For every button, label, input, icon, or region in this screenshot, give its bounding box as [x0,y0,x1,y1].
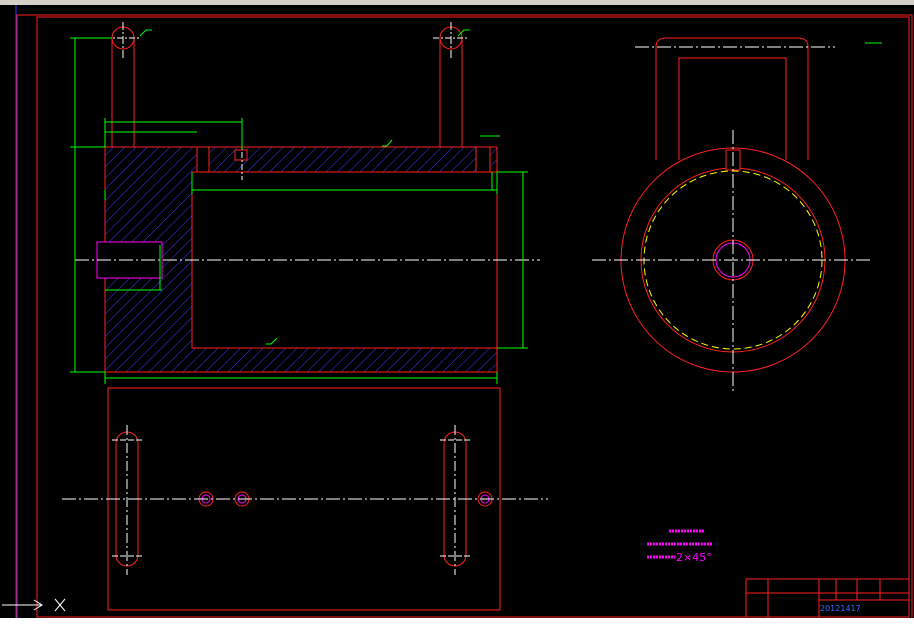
top-boss-2 [234,149,248,161]
side-bracket-inner [678,57,787,160]
cad-drawing-canvas[interactable]: 2×45° 20121417 [0,0,914,630]
title-block: 20121417 [745,578,910,618]
top-boss-3 [475,146,491,173]
tech-req-item-2-value: 2×45° [676,551,712,564]
title-block-designed-value: 20121417 [820,604,861,613]
command-line[interactable] [0,618,914,630]
technical-requirements: 2×45° [647,529,712,564]
side-view [592,37,882,392]
top-view [62,387,548,611]
ucs-icon [2,598,66,612]
top-boss-1 [196,146,210,173]
front-section-view [75,22,540,373]
